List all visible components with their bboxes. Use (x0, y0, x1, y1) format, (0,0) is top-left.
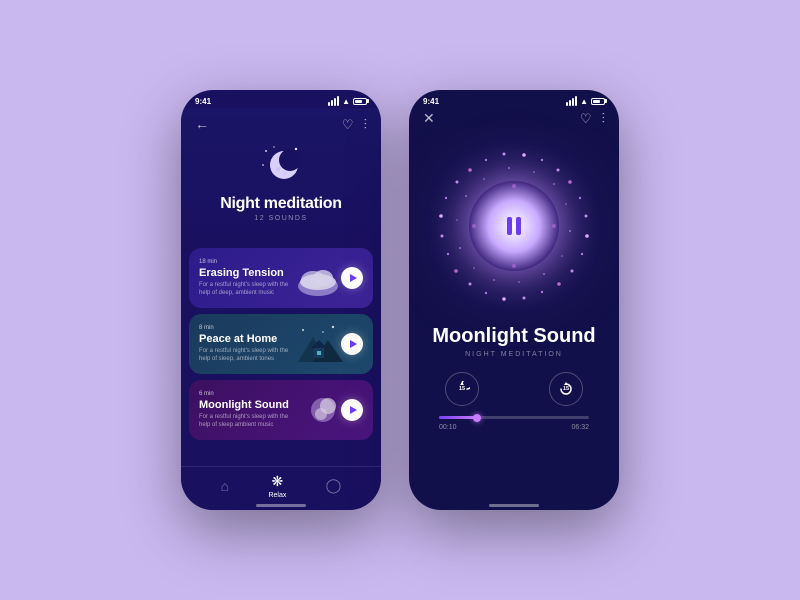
list-title: Night meditation (191, 195, 371, 213)
relax-label: Relax (268, 492, 286, 499)
sound-info-1: 18 min Erasing Tension For a restful nig… (199, 259, 341, 298)
sound-info-2: 8 min Peace at Home For a restful night'… (199, 325, 341, 364)
nav-relax[interactable]: ❋ Relax (268, 473, 286, 499)
phone-list-view: 9:41 ▲ ← ♡ ⫶ (181, 90, 381, 510)
battery-icon-2 (591, 98, 605, 105)
filter-icon[interactable]: ⫶ (364, 116, 368, 133)
rewind-button[interactable]: 15 (445, 372, 479, 406)
orb-glow[interactable] (469, 181, 559, 271)
status-time-2: 9:41 (423, 97, 439, 106)
status-bar-1: 9:41 ▲ (181, 90, 381, 108)
player-heart-icon[interactable]: ♡ (580, 111, 592, 127)
forward-button[interactable]: 15 (549, 372, 583, 406)
duration-2: 8 min (199, 325, 341, 331)
desc-3: For a restful night's sleep with the hel… (199, 413, 299, 430)
sound-card-3[interactable]: 6 min Moonlight Sound For a restful nigh… (189, 380, 373, 440)
status-icons-1: ▲ (328, 96, 367, 106)
duration-1: 18 min (199, 259, 341, 265)
player-track-title: Moonlight Sound (432, 325, 595, 348)
phone-player-view: 9:41 ▲ ✕ ♡ ⫶ (409, 90, 619, 510)
player-track-category: NIGHT MEDITATION (465, 351, 563, 358)
progress-thumb[interactable] (473, 414, 481, 422)
sound-card-2[interactable]: 8 min Peace at Home For a restful night'… (189, 314, 373, 374)
wifi-icon: ▲ (342, 97, 350, 106)
desc-1: For a restful night's sleep with the hel… (199, 281, 299, 298)
pause-button[interactable] (469, 181, 559, 271)
sound-info-3: 6 min Moonlight Sound For a restful nigh… (199, 391, 341, 430)
list-subtitle: 12 SOUNDS (191, 215, 371, 222)
home-indicator-1 (256, 504, 306, 507)
play-btn-2[interactable] (341, 333, 363, 355)
status-time-1: 9:41 (195, 97, 211, 106)
progress-fill (439, 416, 477, 419)
time-current: 00:10 (439, 424, 457, 431)
progress-times: 00:10 06:32 (439, 424, 589, 431)
header-text: Night meditation 12 SOUNDS (181, 195, 381, 228)
progress-area: 00:10 06:32 (425, 416, 603, 431)
moon-area (181, 139, 381, 195)
sound-card-1[interactable]: 18 min Erasing Tension For a restful nig… (189, 248, 373, 308)
desc-2: For a restful night's sleep with the hel… (199, 347, 299, 364)
rewind-label: 15 (459, 386, 465, 392)
play-btn-1[interactable] (341, 267, 363, 289)
close-icon[interactable]: ✕ (423, 110, 435, 127)
header-icons: ← ♡ ⫶ (181, 112, 381, 139)
home-indicator-2 (489, 504, 539, 507)
orb-container (429, 141, 599, 311)
signal-icon (328, 96, 339, 106)
back-icon[interactable]: ← (195, 116, 209, 133)
name-2: Peace at Home (199, 333, 341, 345)
sound-list: 18 min Erasing Tension For a restful nig… (181, 248, 381, 440)
home-icon: ⌂ (221, 478, 229, 494)
player-header-icons: ♡ ⫶ (580, 110, 605, 127)
duration-3: 6 min (199, 391, 341, 397)
forward-label: 15 (563, 386, 569, 392)
heart-icon[interactable]: ♡ (342, 117, 354, 133)
wifi-icon-2: ▲ (580, 97, 588, 106)
battery-icon (353, 98, 367, 105)
nav-home[interactable]: ⌂ (221, 478, 229, 494)
phones-container: 9:41 ▲ ← ♡ ⫶ (181, 90, 619, 510)
time-total: 06:32 (571, 424, 589, 431)
profile-icon: ◯ (326, 477, 342, 494)
status-bar-2: 9:41 ▲ (409, 90, 619, 108)
moon-illustration (258, 143, 304, 189)
player-content: Moonlight Sound NIGHT MEDITATION 15 (409, 133, 619, 431)
play-btn-3[interactable] (341, 399, 363, 421)
relax-icon: ❋ (272, 473, 284, 490)
list-header: ← ♡ ⫶ (181, 108, 381, 240)
player-header: ✕ ♡ ⫶ (409, 108, 619, 133)
progress-track[interactable] (439, 416, 589, 419)
name-3: Moonlight Sound (199, 399, 341, 411)
player-filter-icon[interactable]: ⫶ (602, 110, 606, 127)
pause-bar-left (507, 217, 512, 235)
player-controls: 15 15 (425, 372, 603, 406)
pause-bar-right (516, 217, 521, 235)
signal-icon-2 (566, 96, 577, 106)
name-1: Erasing Tension (199, 267, 341, 279)
nav-profile[interactable]: ◯ (326, 477, 342, 494)
status-icons-2: ▲ (566, 96, 605, 106)
